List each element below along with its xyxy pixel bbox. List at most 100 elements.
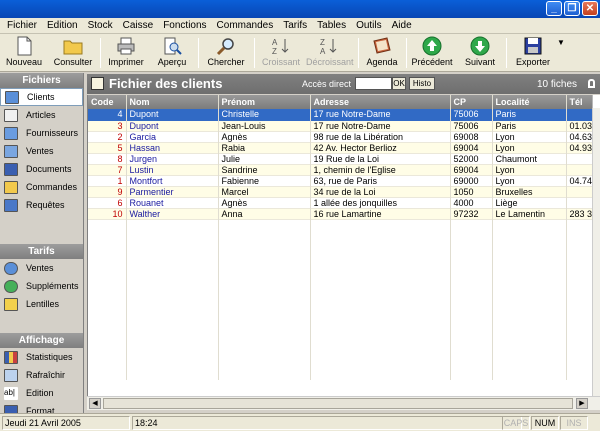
menu-edition[interactable]: Edition [42, 20, 83, 31]
cell-prenom: Julie [218, 153, 311, 165]
status-ins: INS [560, 416, 588, 430]
cell-tel [566, 164, 593, 176]
table-row[interactable]: 3 Dupont Jean-Louis 17 rue Notre-Dame 75006 P… [88, 120, 593, 132]
sidebar-item-label: Commandes [26, 182, 78, 192]
table-row[interactable]: 8 Jurgen Julie 19 Rue de la Loi 52000 Chaumon… [88, 153, 593, 165]
sidebar-item-lentilles[interactable]: Lentilles [0, 295, 83, 313]
sidebar-item-label: Articles [26, 110, 56, 120]
consulter-button[interactable]: Consulter [52, 36, 94, 70]
sidebar-section-affichage: Affichage [0, 333, 83, 348]
menu-outils[interactable]: Outils [351, 20, 387, 31]
cell-code: 3 [88, 120, 127, 132]
refresh-icon [4, 368, 18, 382]
cell-code: 9 [88, 186, 127, 198]
table-row[interactable]: 4 Dupont Christelle 17 rue Notre-Dame 75006 P… [88, 109, 593, 121]
cell-cp: 97232 [450, 208, 493, 220]
column-header-localite[interactable]: Localité [492, 95, 567, 109]
precedent-label: Précédent [411, 57, 453, 67]
exporter-button[interactable]: Exporter [512, 36, 554, 70]
vertical-scrollbar[interactable] [592, 108, 600, 396]
articles-icon [4, 108, 18, 122]
cell-adresse: 63, rue de Paris [310, 175, 451, 187]
table-row[interactable]: 6 Rouanet Agnès 1 allée des jonquilles 4000 L… [88, 197, 593, 209]
chercher-button[interactable]: Chercher [204, 36, 248, 70]
cell-cp: 69004 [450, 142, 493, 154]
sidebar-item-requetes[interactable]: Requêtes [0, 196, 83, 214]
menu-tarifs[interactable]: Tarifs [278, 20, 312, 31]
scroll-thumb[interactable] [103, 398, 573, 409]
column-header-code[interactable]: Code [88, 95, 127, 109]
column-header-cp[interactable]: CP [450, 95, 493, 109]
cell-nom: Garcia [126, 131, 219, 143]
menu-fichier[interactable]: Fichier [2, 20, 42, 31]
lentilles-icon [4, 297, 18, 311]
sidebar-item-clients[interactable]: Clients [0, 88, 83, 106]
menu-commandes[interactable]: Commandes [212, 20, 279, 31]
cell-prenom: Marcel [218, 186, 311, 198]
nouveau-button[interactable]: Nouveau [4, 36, 44, 70]
cell-code: 1 [88, 175, 127, 187]
horizontal-scrollbar[interactable]: ◀ ▶ [87, 396, 600, 410]
menu-aide[interactable]: Aide [387, 20, 417, 31]
new-document-icon [17, 36, 32, 56]
sidebar-item-label: Documents [26, 164, 72, 174]
menu-caisse[interactable]: Caisse [118, 20, 159, 31]
suivant-button[interactable]: Suivant [460, 36, 500, 70]
maximize-button[interactable]: ❐ [564, 1, 580, 16]
menu-tables[interactable]: Tables [312, 20, 351, 31]
status-caps: CAPS [502, 416, 530, 430]
scroll-left-icon[interactable]: ◀ [89, 398, 101, 409]
sidebar-item-rafraichir[interactable]: Rafraîchir [0, 366, 83, 384]
close-button[interactable]: ✕ [582, 1, 598, 16]
sidebar-item-label: Lentilles [26, 299, 60, 309]
ok-button[interactable]: OK [392, 77, 406, 90]
cell-cp: 69004 [450, 164, 493, 176]
menu-stock[interactable]: Stock [83, 20, 118, 31]
cell-tel: 01.03.39 [566, 120, 593, 132]
agenda-button[interactable]: Agenda [364, 36, 400, 70]
direct-access-input[interactable] [355, 77, 392, 90]
lock-icon[interactable] [588, 79, 595, 88]
scroll-right-icon[interactable]: ▶ [576, 398, 588, 409]
column-header-adresse[interactable]: Adresse [310, 95, 451, 109]
table-row[interactable]: 7 Lustin Sandrine 1, chemin de l'Eglise 6900… [88, 164, 593, 176]
sidebar-item-ventes[interactable]: Ventes [0, 142, 83, 160]
minimize-button[interactable]: _ [546, 1, 562, 16]
sidebar-item-edition[interactable]: ab| Edition [0, 384, 83, 402]
menu-fonctions[interactable]: Fonctions [158, 20, 211, 31]
sidebar-item-label: Requêtes [26, 200, 65, 210]
apercu-button[interactable]: Aperçu [152, 36, 192, 70]
decroissant-button[interactable]: ZA Décroissant [306, 36, 354, 70]
sidebar-item-tarifs-ventes[interactable]: Ventes [0, 259, 83, 277]
cell-localite: Chaumont [492, 153, 567, 165]
cell-cp: 1050 [450, 186, 493, 198]
sidebar-item-commandes[interactable]: Commandes [0, 178, 83, 196]
exporter-dropdown-icon[interactable]: ▼ [556, 36, 566, 70]
cell-cp: 75006 [450, 120, 493, 132]
table-row[interactable]: 2 Garcia Agnès 98 rue de la Libération 69008… [88, 131, 593, 143]
table-row[interactable]: 9 Parmentier Marcel 34 rue de la Loi 1050 Bru… [88, 186, 593, 198]
sidebar-item-documents[interactable]: Documents [0, 160, 83, 178]
client-file-header: Fichier des clients Accès direct OK Hist… [87, 74, 600, 94]
cell-adresse: 1, chemin de l'Eglise [310, 164, 451, 176]
nouveau-label: Nouveau [5, 57, 43, 67]
histo-button[interactable]: Histo [409, 77, 435, 90]
sidebar-item-fournisseurs[interactable]: Fournisseurs [0, 124, 83, 142]
sidebar-item-statistiques[interactable]: Statistiques [0, 348, 83, 366]
sidebar-item-articles[interactable]: Articles [0, 106, 83, 124]
table-row[interactable]: 1 Montfort Fabienne 63, rue de Paris 69000 Ly… [88, 175, 593, 187]
sidebar-item-supplements[interactable]: Suppléments [0, 277, 83, 295]
precedent-button[interactable]: Précédent [410, 36, 454, 70]
cell-nom: Rouanet [126, 197, 219, 209]
requetes-icon [4, 198, 18, 212]
cell-nom: Montfort [126, 175, 219, 187]
column-header-tel[interactable]: Tél [566, 95, 593, 109]
imprimer-button[interactable]: Imprimer [106, 36, 146, 70]
cell-prenom: Christelle [218, 109, 311, 121]
table-row[interactable]: 5 Hassan Rabia 42 Av. Hector Berlioz 69004 Ly… [88, 142, 593, 154]
column-header-nom[interactable]: Nom [126, 95, 219, 109]
cell-nom: Walther [126, 208, 219, 220]
croissant-button[interactable]: AZ Croissant [260, 36, 302, 70]
table-row[interactable]: 10 Walther Anna 16 rue Lamartine 97232 Le Lam… [88, 208, 593, 220]
column-header-prenom[interactable]: Prénom [218, 95, 311, 109]
